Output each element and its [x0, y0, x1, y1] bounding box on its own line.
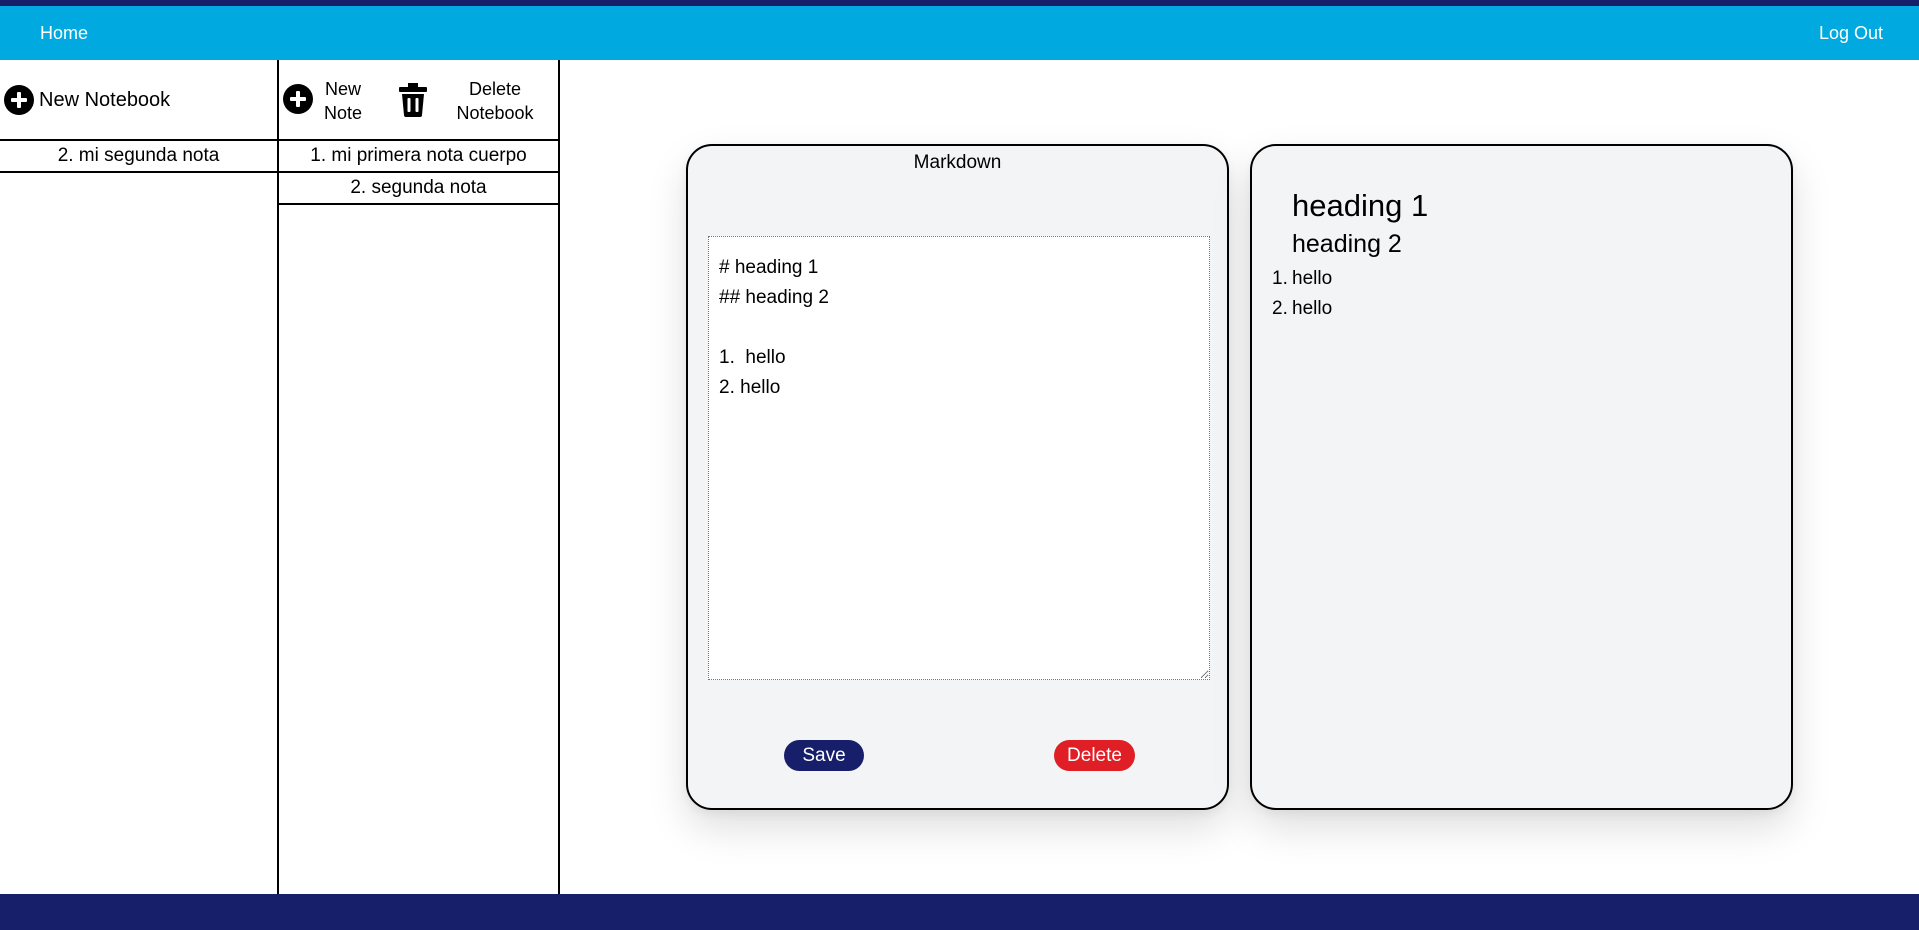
notebooks-header: New Notebook [0, 60, 277, 141]
delete-notebook-label-line2: Notebook [456, 103, 534, 123]
plus-circle-icon [4, 85, 34, 115]
note-item[interactable]: 1. mi primera nota cuerpo [279, 141, 558, 173]
preview-list-item: 1. hello [1272, 268, 1333, 289]
note-item[interactable]: 2. segunda nota [279, 173, 558, 205]
footer [0, 894, 1919, 930]
new-note-label-line2: Note [323, 103, 363, 123]
new-notebook-button[interactable]: New Notebook [4, 85, 170, 115]
navbar: Home Log Out [0, 6, 1919, 60]
notes-header: New Note Delete Notebook [279, 60, 558, 141]
editor-card: Markdown # heading 1 ## heading 2 1. hel… [686, 144, 1229, 810]
notes-panel: New Note Delete Notebook 1. mi primera n… [279, 60, 560, 894]
trash-icon[interactable] [399, 83, 427, 117]
notebooks-panel: New Notebook 2. mi segunda nota [0, 60, 279, 894]
home-link[interactable]: Home [40, 6, 88, 60]
preview-heading-1: heading 1 [1292, 188, 1429, 223]
preview-card: heading 1 heading 2 1. hello 2. hello [1250, 144, 1793, 810]
markdown-textarea[interactable]: # heading 1 ## heading 2 1. hello 2. hel… [708, 236, 1210, 680]
preview-heading-2: heading 2 [1292, 230, 1402, 258]
new-note-label-line1: New [324, 79, 361, 99]
new-notebook-label: New Notebook [39, 88, 171, 111]
notebook-item[interactable]: 2. mi segunda nota [0, 141, 277, 173]
new-note-button[interactable]: New Note [319, 77, 367, 125]
delete-button[interactable]: Delete [1054, 740, 1135, 771]
save-button[interactable]: Save [784, 740, 864, 771]
editor-title: Markdown [913, 152, 1002, 173]
plus-circle-icon[interactable] [283, 84, 313, 114]
delete-notebook-button[interactable]: Delete Notebook [439, 77, 551, 125]
delete-notebook-label-line1: Delete [468, 79, 522, 99]
preview-ordered-list: 1. hello 2. hello [1272, 264, 1332, 324]
preview-list-item: 2. hello [1272, 298, 1333, 319]
logout-link[interactable]: Log Out [1819, 6, 1883, 60]
